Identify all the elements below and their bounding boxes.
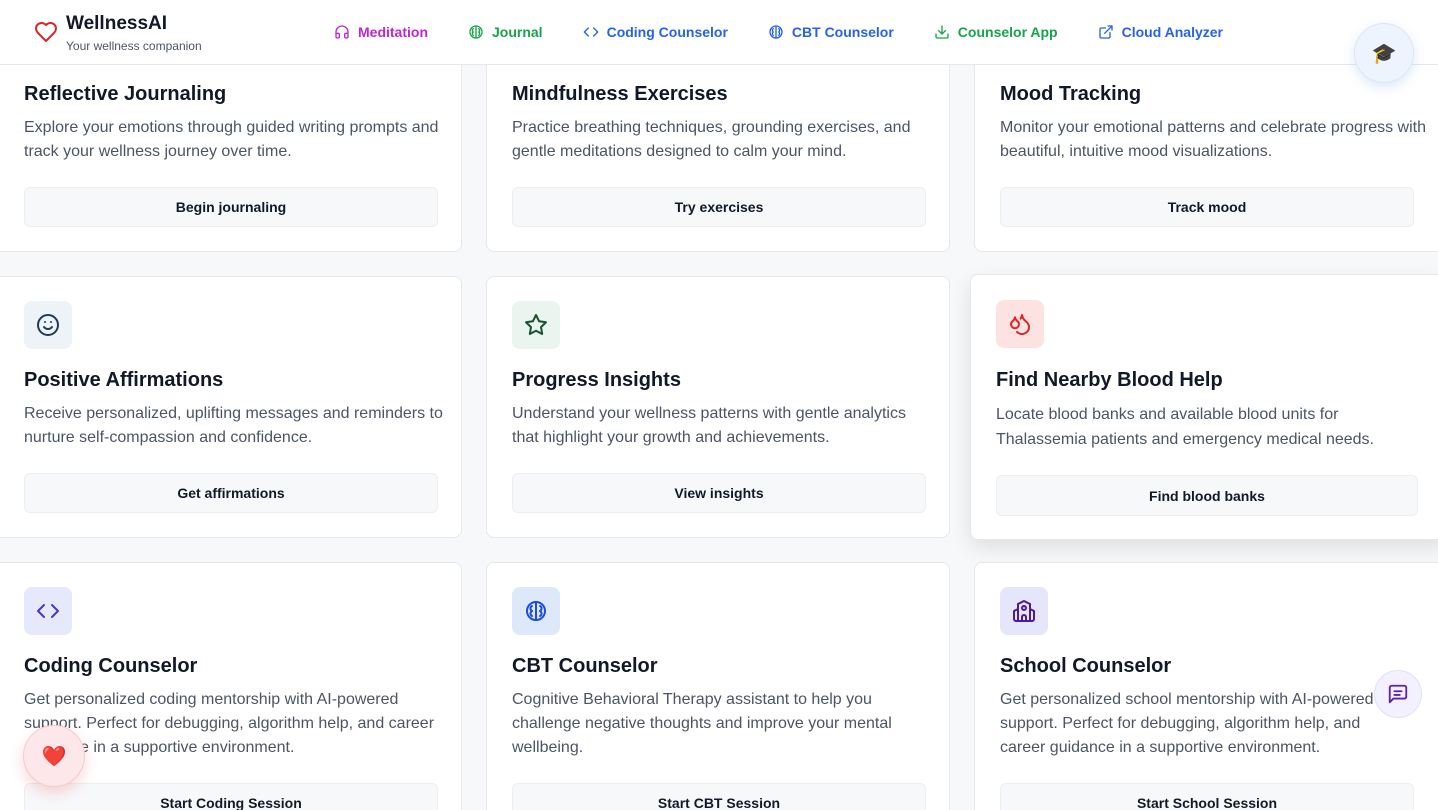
card-title: Coding Counselor bbox=[24, 655, 198, 677]
card-icon-box bbox=[996, 300, 1044, 348]
headphones-icon bbox=[335, 25, 349, 39]
brand[interactable]: WellnessAI Your wellness companion bbox=[34, 12, 202, 54]
nav-meditation-label: Meditation bbox=[358, 24, 428, 40]
card-title: Progress Insights bbox=[512, 369, 681, 391]
nav-cbt-counselor-label: CBT Counselor bbox=[791, 24, 894, 40]
card-icon-box bbox=[512, 301, 560, 349]
nav-coding-counselor[interactable]: Coding Counselor bbox=[583, 22, 728, 42]
code-icon bbox=[37, 604, 59, 618]
nav-cbt-counselor[interactable]: CBT Counselor bbox=[768, 22, 894, 42]
try-exercises-button[interactable]: Try exercises bbox=[512, 187, 926, 227]
droplets-icon bbox=[1010, 314, 1031, 335]
nav-cloud-analyzer-label: Cloud Analyzer bbox=[1121, 24, 1223, 40]
card-desc: Monitor your emotional patterns and cele… bbox=[1000, 119, 1426, 160]
card-title: Mindfulness Exercises bbox=[512, 83, 728, 105]
code-icon bbox=[583, 27, 598, 37]
start-coding-session-button[interactable]: Start Coding Session bbox=[24, 783, 438, 810]
start-cbt-session-button[interactable]: Start CBT Session bbox=[512, 783, 926, 810]
card-icon-box bbox=[512, 587, 560, 635]
heart-icon: ❤️ bbox=[41, 745, 67, 768]
app-subtitle: Your wellness companion bbox=[66, 39, 202, 53]
card-cbt-counselor: CBT Counselor Cognitive Behavioral Thera… bbox=[486, 562, 950, 810]
star-icon bbox=[525, 314, 547, 336]
card-icon-box bbox=[1000, 587, 1048, 635]
card-positive-affirmations: Positive Affirmations Receive personaliz… bbox=[0, 276, 462, 538]
card-desc: Get personalized coding mentorship with … bbox=[24, 691, 435, 756]
message-square-icon bbox=[1388, 684, 1408, 704]
nav-counselor-app[interactable]: Counselor App bbox=[934, 22, 1058, 42]
download-icon bbox=[935, 25, 949, 39]
card-title: School Counselor bbox=[1000, 655, 1172, 677]
track-mood-button[interactable]: Track mood bbox=[1000, 187, 1414, 227]
view-insights-button[interactable]: View insights bbox=[512, 473, 926, 513]
app-title: WellnessAI bbox=[66, 13, 168, 34]
chat-button[interactable] bbox=[1374, 670, 1422, 718]
begin-journaling-button[interactable]: Begin journaling bbox=[24, 187, 438, 227]
nav-meditation[interactable]: Meditation bbox=[334, 22, 428, 42]
find-blood-banks-button[interactable]: Find blood banks bbox=[996, 475, 1418, 516]
card-desc: Understand your wellness patterns with g… bbox=[512, 405, 906, 446]
card-school-counselor: School Counselor Get personalized school… bbox=[974, 562, 1438, 810]
card-title: Positive Affirmations bbox=[24, 369, 224, 391]
brain-icon bbox=[469, 25, 483, 39]
top-nav: Meditation Journal Coding Counselor CBT … bbox=[334, 22, 1263, 42]
card-title: Mood Tracking bbox=[1000, 83, 1142, 105]
card-icon-box bbox=[24, 587, 72, 635]
card-title: Find Nearby Blood Help bbox=[996, 369, 1223, 391]
nav-cloud-analyzer[interactable]: Cloud Analyzer bbox=[1098, 22, 1223, 42]
nav-coding-counselor-label: Coding Counselor bbox=[606, 24, 728, 40]
get-affirmations-button[interactable]: Get affirmations bbox=[24, 473, 438, 513]
card-find-blood-help[interactable]: Find Nearby Blood Help Locate blood bank… bbox=[970, 274, 1438, 540]
card-title: CBT Counselor bbox=[512, 655, 658, 677]
card-icon-box bbox=[24, 301, 72, 349]
graduation-cap-icon: 🎓 bbox=[1371, 42, 1397, 65]
wellness-heart-button[interactable]: ❤️ bbox=[23, 725, 85, 787]
card-desc: Practice breathing techniques, grounding… bbox=[512, 119, 911, 160]
heart-outline-icon bbox=[35, 22, 57, 42]
card-desc: Cognitive Behavioral Therapy assistant t… bbox=[512, 691, 892, 756]
brain-icon bbox=[526, 601, 546, 621]
card-desc: Get personalized school mentorship with … bbox=[1000, 691, 1374, 756]
school-icon bbox=[1013, 600, 1035, 622]
card-desc: Receive personalized, uplifting messages… bbox=[24, 405, 443, 446]
smile-icon bbox=[37, 314, 59, 336]
start-school-session-button[interactable]: Start School Session bbox=[1000, 783, 1414, 810]
graduation-cap-button[interactable]: 🎓 bbox=[1354, 23, 1414, 83]
card-progress-insights: Progress Insights Understand your wellne… bbox=[486, 276, 950, 538]
nav-counselor-app-label: Counselor App bbox=[957, 24, 1058, 40]
external-link-icon bbox=[1098, 25, 1113, 39]
card-desc: Locate blood banks and available blood u… bbox=[996, 406, 1374, 448]
app-header: WellnessAI Your wellness companion Medit… bbox=[0, 0, 1438, 65]
nav-journal[interactable]: Journal bbox=[468, 22, 543, 42]
card-title: Reflective Journaling bbox=[24, 83, 227, 105]
card-desc: Explore your emotions through guided wri… bbox=[24, 119, 439, 160]
nav-journal-label: Journal bbox=[492, 24, 543, 40]
brain-icon bbox=[769, 25, 783, 39]
